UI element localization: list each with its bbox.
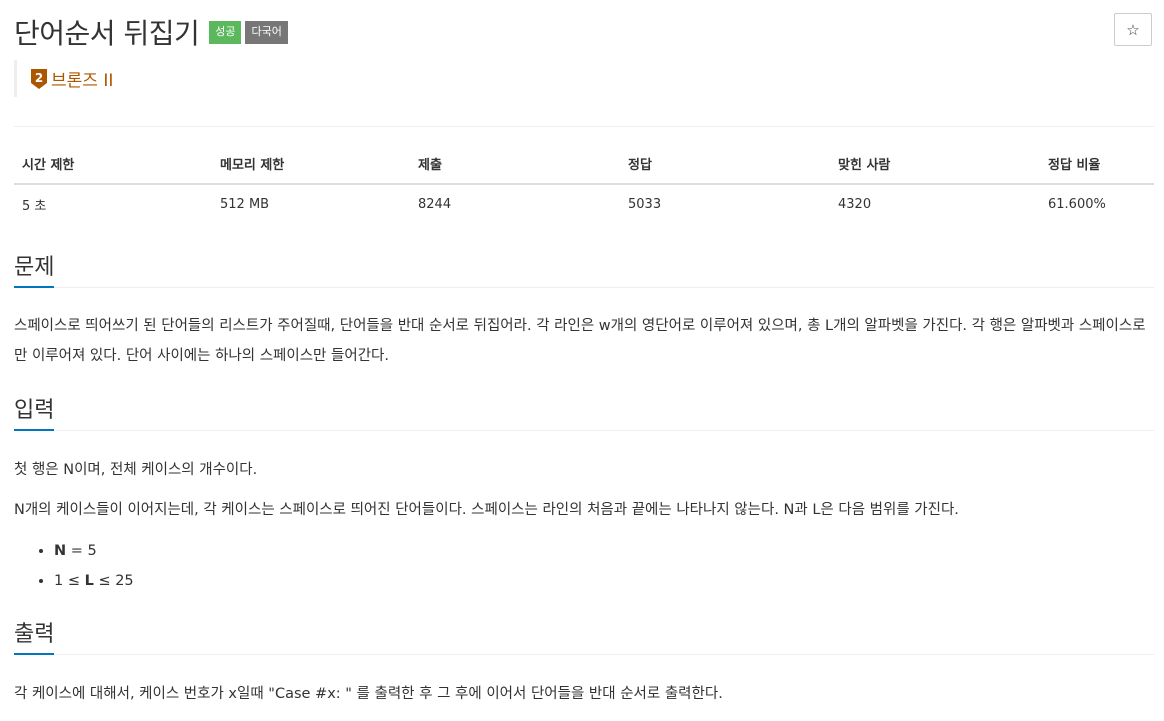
list-item: N = 5 <box>54 536 134 566</box>
list-item: 1 ≤ L ≤ 25 <box>54 566 134 596</box>
cell-submissions: 8244 <box>418 197 452 212</box>
constraint-list: N = 5 1 ≤ L ≤ 25 <box>14 536 134 596</box>
title-row: 단어순서 뒤집기 성공 다국어 <box>14 12 288 52</box>
header-memory-limit: 메모리 제한 <box>212 146 410 185</box>
page-title: 단어순서 뒤집기 <box>14 17 200 50</box>
header-accepted: 정답 <box>620 146 830 185</box>
header-solvers: 맞힌 사람 <box>830 146 1040 185</box>
input-line-2: N개의 케이스들이 이어지는데, 각 케이스는 스페이스로 띄어진 단어들이다.… <box>14 502 959 518</box>
section-heading-output: 출력 <box>14 622 55 647</box>
tier-label[interactable]: 브론즈 II <box>51 66 113 91</box>
problem-description: 스페이스로 띄어쓰기 된 단어들의 리스트가 주어질때, 단어들을 반대 순서로… <box>14 318 1146 364</box>
tier-icon: 2 <box>31 68 47 89</box>
section-heading-problem: 문제 <box>14 255 55 280</box>
tier-number: 2 <box>35 71 43 85</box>
divider <box>14 126 1154 127</box>
problem-info-table: 시간 제한 메모리 제한 제출 정답 맞힌 사람 정답 비율 5 초 512 M… <box>14 146 1154 224</box>
section-accent <box>14 286 54 288</box>
table-row: 5 초 512 MB 8244 5033 4320 61.600% <box>14 184 1154 224</box>
cell-time-limit: 5 초 <box>22 199 47 214</box>
tier-block: 2 브론즈 II <box>14 60 113 97</box>
section-accent <box>14 429 54 431</box>
cell-solvers: 4320 <box>838 197 872 212</box>
favorite-button[interactable]: ☆ <box>1114 13 1152 46</box>
section-divider <box>14 654 1154 655</box>
section-heading-input: 입력 <box>14 398 55 423</box>
table-header-row: 시간 제한 메모리 제한 제출 정답 맞힌 사람 정답 비율 <box>14 146 1154 185</box>
status-badge-success[interactable]: 성공 <box>209 20 242 44</box>
output-description: 각 케이스에 대해서, 케이스 번호가 x일때 "Case #x: " 를 출력… <box>14 686 723 702</box>
cell-memory-limit: 512 MB <box>220 197 270 212</box>
cell-accepted: 5033 <box>628 197 662 212</box>
status-badge-multilang[interactable]: 다국어 <box>245 20 288 44</box>
section-accent <box>14 653 54 655</box>
section-divider <box>14 287 1154 288</box>
star-icon: ☆ <box>1126 20 1140 39</box>
cell-ratio: 61.600% <box>1048 197 1106 212</box>
header-ratio: 정답 비율 <box>1040 146 1154 185</box>
input-line-1: 첫 행은 N이며, 전체 케이스의 개수이다. <box>14 462 258 478</box>
section-divider <box>14 430 1154 431</box>
header-submissions: 제출 <box>410 146 620 185</box>
header-time-limit: 시간 제한 <box>14 146 212 185</box>
